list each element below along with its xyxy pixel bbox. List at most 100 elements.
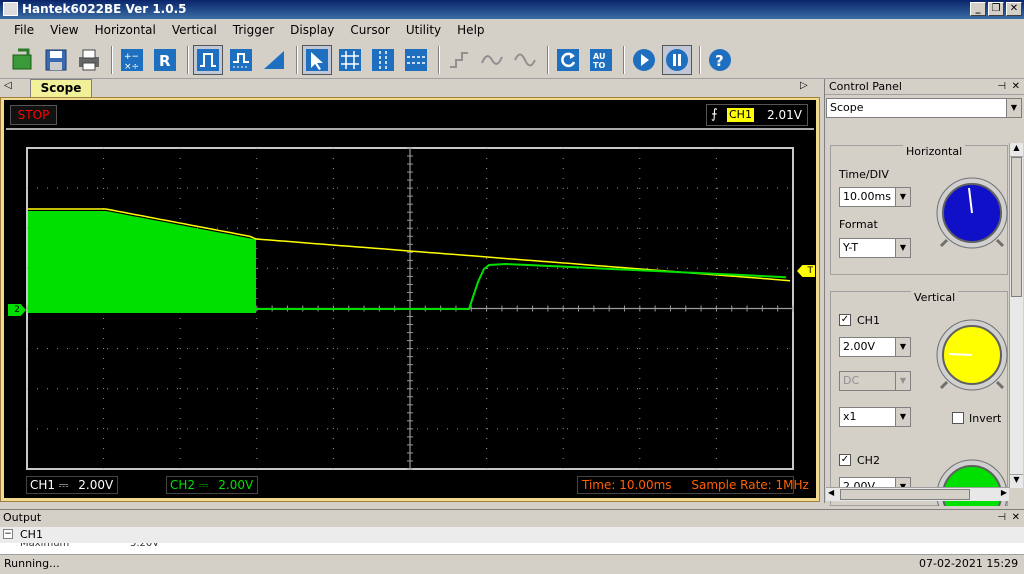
play-icon xyxy=(633,48,655,71)
menu-vertical[interactable]: Vertical xyxy=(164,23,225,37)
invert-label: Invert xyxy=(969,412,1002,425)
tab-left-arrow-icon[interactable]: ◁ xyxy=(4,80,12,91)
vertical-group: Vertical ✓ CH1 2.00V ▼ DC ▼ x1 ▼ Invert … xyxy=(830,291,1008,506)
control-panel-vscroll[interactable]: ▲ ▼ xyxy=(1009,143,1023,488)
collapse-icon[interactable]: − xyxy=(3,529,13,539)
ch2-info-scale: 2.00V xyxy=(218,478,254,492)
auto-icon: AUTO xyxy=(590,48,612,71)
control-panel-hscroll[interactable]: ◀ ▶ xyxy=(826,487,1009,501)
step-wave-button[interactable] xyxy=(444,45,474,75)
tab-right-arrow-icon[interactable]: ▷ xyxy=(800,80,808,91)
pause-button[interactable] xyxy=(662,44,692,75)
grid-icon xyxy=(339,48,361,71)
pulse-icon xyxy=(230,48,252,71)
toolbar: +− ×÷ R AU TO ? xyxy=(0,41,1024,79)
scroll-right-icon[interactable]: ▶ xyxy=(1001,488,1007,497)
ch2-enable-checkbox[interactable]: ✓ xyxy=(839,454,851,466)
refresh-icon xyxy=(557,48,579,71)
help-icon: ? xyxy=(709,48,731,71)
grid-button[interactable] xyxy=(335,45,365,75)
save-button[interactable] xyxy=(41,45,71,75)
horizontal-cursor-icon xyxy=(405,48,427,71)
print-button[interactable] xyxy=(74,45,104,75)
menubar: File View Horizontal Vertical Trigger Di… xyxy=(0,19,1024,41)
chevron-down-icon: ▼ xyxy=(1006,99,1021,117)
run-button[interactable] xyxy=(629,45,659,75)
ch1-volts-knob[interactable] xyxy=(935,318,1009,392)
math-button[interactable]: +− ×÷ xyxy=(117,45,147,75)
format-label: Format xyxy=(839,218,878,231)
time-div-label: Time/DIV xyxy=(839,168,889,181)
status-bar: Running... 07-02-2021 15:29 xyxy=(0,554,1024,574)
help-button[interactable]: ? xyxy=(705,45,735,75)
maximize-button[interactable]: ❐ xyxy=(988,2,1004,16)
ch2-info-label: CH2 xyxy=(170,478,196,492)
chevron-down-icon: ▼ xyxy=(895,239,910,257)
menu-cursor[interactable]: Cursor xyxy=(342,23,397,37)
scroll-down-icon[interactable]: ▼ xyxy=(1010,474,1023,488)
output-close-icon[interactable]: ✕ xyxy=(1012,510,1020,526)
menu-trigger[interactable]: Trigger xyxy=(225,23,282,37)
mode-select[interactable]: Scope ▼ xyxy=(826,98,1022,118)
tab-scope[interactable]: Scope xyxy=(30,79,92,97)
scroll-up-icon[interactable]: ▲ xyxy=(1010,143,1023,157)
app-icon xyxy=(3,2,18,16)
select-cursor-button[interactable] xyxy=(302,44,332,75)
ch1-enable-checkbox[interactable]: ✓ xyxy=(839,314,851,326)
sine-wave-button[interactable] xyxy=(510,45,540,75)
save-icon xyxy=(45,49,67,70)
square-wave-icon xyxy=(197,48,219,71)
chevron-down-icon: ▼ xyxy=(895,372,910,390)
hscroll-thumb[interactable] xyxy=(840,489,970,500)
invert-checkbox[interactable] xyxy=(952,412,964,424)
ch1-coupling-select[interactable]: DC ▼ xyxy=(839,371,911,391)
close-button[interactable]: ✕ xyxy=(1006,2,1022,16)
menu-display[interactable]: Display xyxy=(282,23,342,37)
output-header: Output ⊣ ✕ xyxy=(0,510,1024,527)
output-pin-icon[interactable]: ⊣ xyxy=(997,510,1006,526)
scroll-left-icon[interactable]: ◀ xyxy=(828,488,834,497)
format-select[interactable]: Y-T ▼ xyxy=(839,238,911,258)
time-div-select[interactable]: 10.00ms ▼ xyxy=(839,187,911,207)
status-datetime: 07-02-2021 15:29 xyxy=(919,557,1019,570)
reset-button[interactable] xyxy=(553,45,583,75)
ch1-probe-select[interactable]: x1 ▼ xyxy=(839,407,911,427)
open-button[interactable] xyxy=(8,45,38,75)
trigger-edge-button[interactable] xyxy=(193,44,223,75)
smooth-wave-button[interactable] xyxy=(477,45,507,75)
auto-button[interactable]: AU TO xyxy=(586,45,616,75)
smooth-wave-icon xyxy=(481,54,503,65)
horizontal-cursor-button[interactable] xyxy=(401,45,431,75)
menu-file[interactable]: File xyxy=(6,23,42,37)
ch1-coupling-icon: ⎓ xyxy=(58,478,69,492)
ramp-button[interactable] xyxy=(259,45,289,75)
vscroll-thumb[interactable] xyxy=(1011,157,1022,297)
pin-icon[interactable]: ⊣ xyxy=(997,79,1006,94)
print-icon xyxy=(79,49,99,70)
menu-horizontal[interactable]: Horizontal xyxy=(87,23,164,37)
vertical-group-title: Vertical xyxy=(911,291,959,304)
ch1-volts-value: 2.00V xyxy=(843,340,876,353)
menu-help[interactable]: Help xyxy=(449,23,492,37)
sine-wave-icon xyxy=(514,53,536,66)
time-knob[interactable] xyxy=(935,176,1009,250)
trigger-edge-icon: ⨍ xyxy=(711,107,718,122)
ch1-volts-select[interactable]: 2.00V ▼ xyxy=(839,337,911,357)
math-icon: +−×÷ xyxy=(121,48,143,72)
auto-label-top: AU xyxy=(593,52,605,61)
panel-close-icon[interactable]: ✕ xyxy=(1012,79,1020,94)
output-tree-row[interactable]: − CH1 xyxy=(0,527,1024,543)
sample-rate-readout: Sample Rate: 1MHz xyxy=(691,478,809,492)
menu-utility[interactable]: Utility xyxy=(398,23,449,37)
horizontal-group-title: Horizontal xyxy=(903,145,966,158)
ch2-coupling-icon: ⎓ xyxy=(198,478,209,492)
vertical-cursor-icon xyxy=(372,48,394,71)
menu-view[interactable]: View xyxy=(42,23,86,37)
tab-bar: ◁ Scope ▷ xyxy=(0,79,820,97)
reference-button[interactable]: R xyxy=(150,45,180,75)
vertical-cursor-button[interactable] xyxy=(368,45,398,75)
minimize-button[interactable]: _ xyxy=(970,2,986,16)
run-status-indicator: STOP xyxy=(10,105,57,125)
pulse-button[interactable] xyxy=(226,45,256,75)
trigger-channel: CH1 xyxy=(727,108,754,122)
